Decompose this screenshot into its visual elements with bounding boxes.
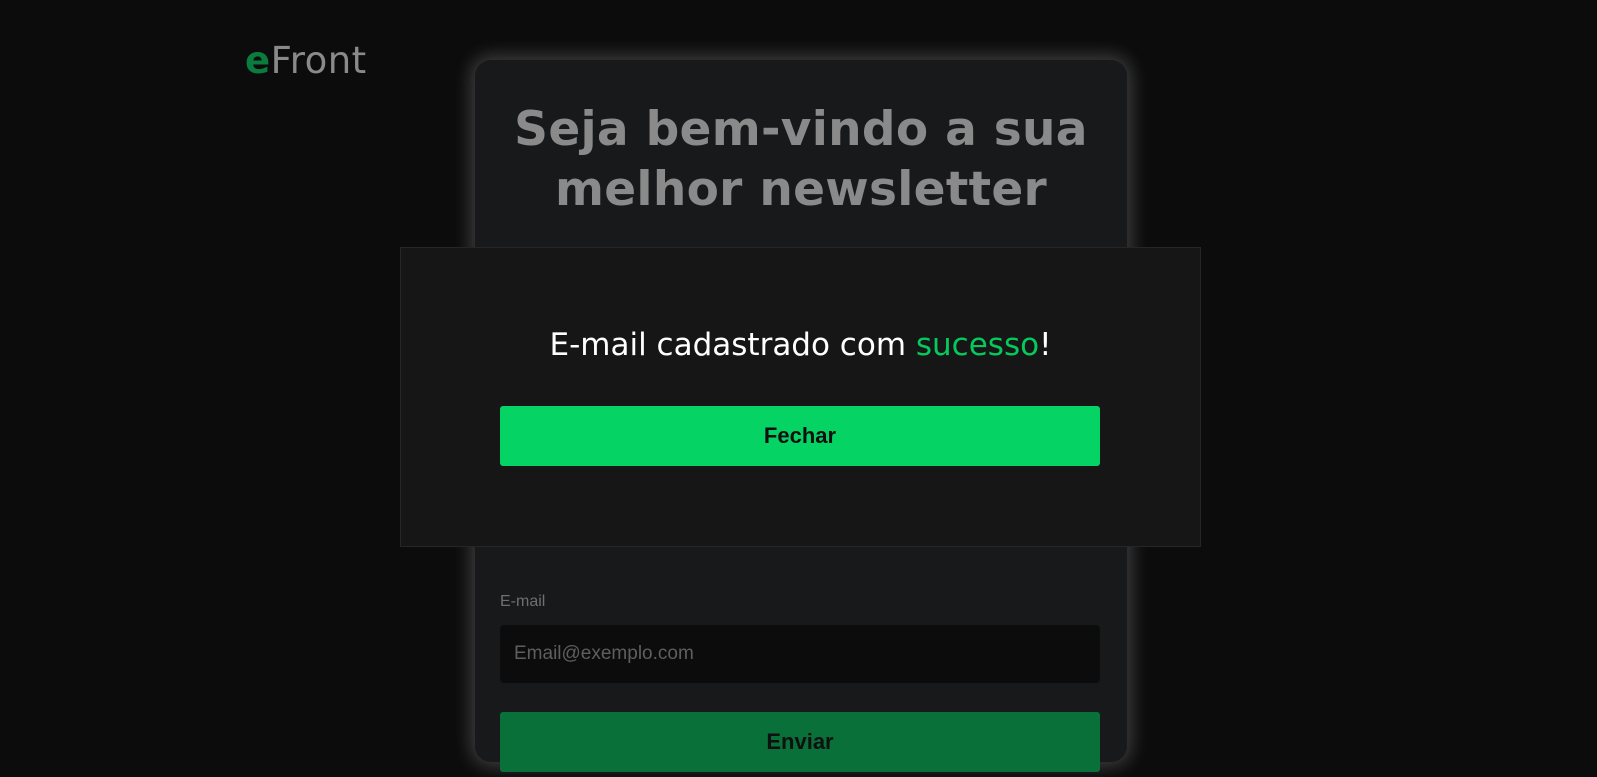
success-message-highlight: sucesso — [915, 327, 1040, 363]
logo-text: Front — [270, 39, 367, 82]
success-modal: E-mail cadastrado com sucesso! Fechar — [400, 247, 1201, 547]
card-title-line-2: melhor newsletter — [554, 162, 1048, 217]
card-title: Seja bem-vindo a sua melhor newsletter — [475, 100, 1127, 220]
success-message-prefix: E-mail cadastrado com — [549, 327, 916, 363]
email-label: E-mail — [500, 593, 546, 610]
success-message-suffix: ! — [1039, 327, 1052, 363]
logo-accent-letter: e — [245, 39, 271, 82]
send-button[interactable]: Enviar — [500, 712, 1100, 772]
email-input[interactable] — [500, 625, 1100, 683]
card-title-line-1: Seja bem-vindo a sua — [514, 102, 1088, 157]
brand-logo[interactable]: eFront — [245, 36, 367, 86]
success-message: E-mail cadastrado com sucesso! — [401, 322, 1200, 368]
close-button[interactable]: Fechar — [500, 406, 1100, 466]
page: eFront Seja bem-vindo a sua melhor newsl… — [0, 0, 1597, 777]
